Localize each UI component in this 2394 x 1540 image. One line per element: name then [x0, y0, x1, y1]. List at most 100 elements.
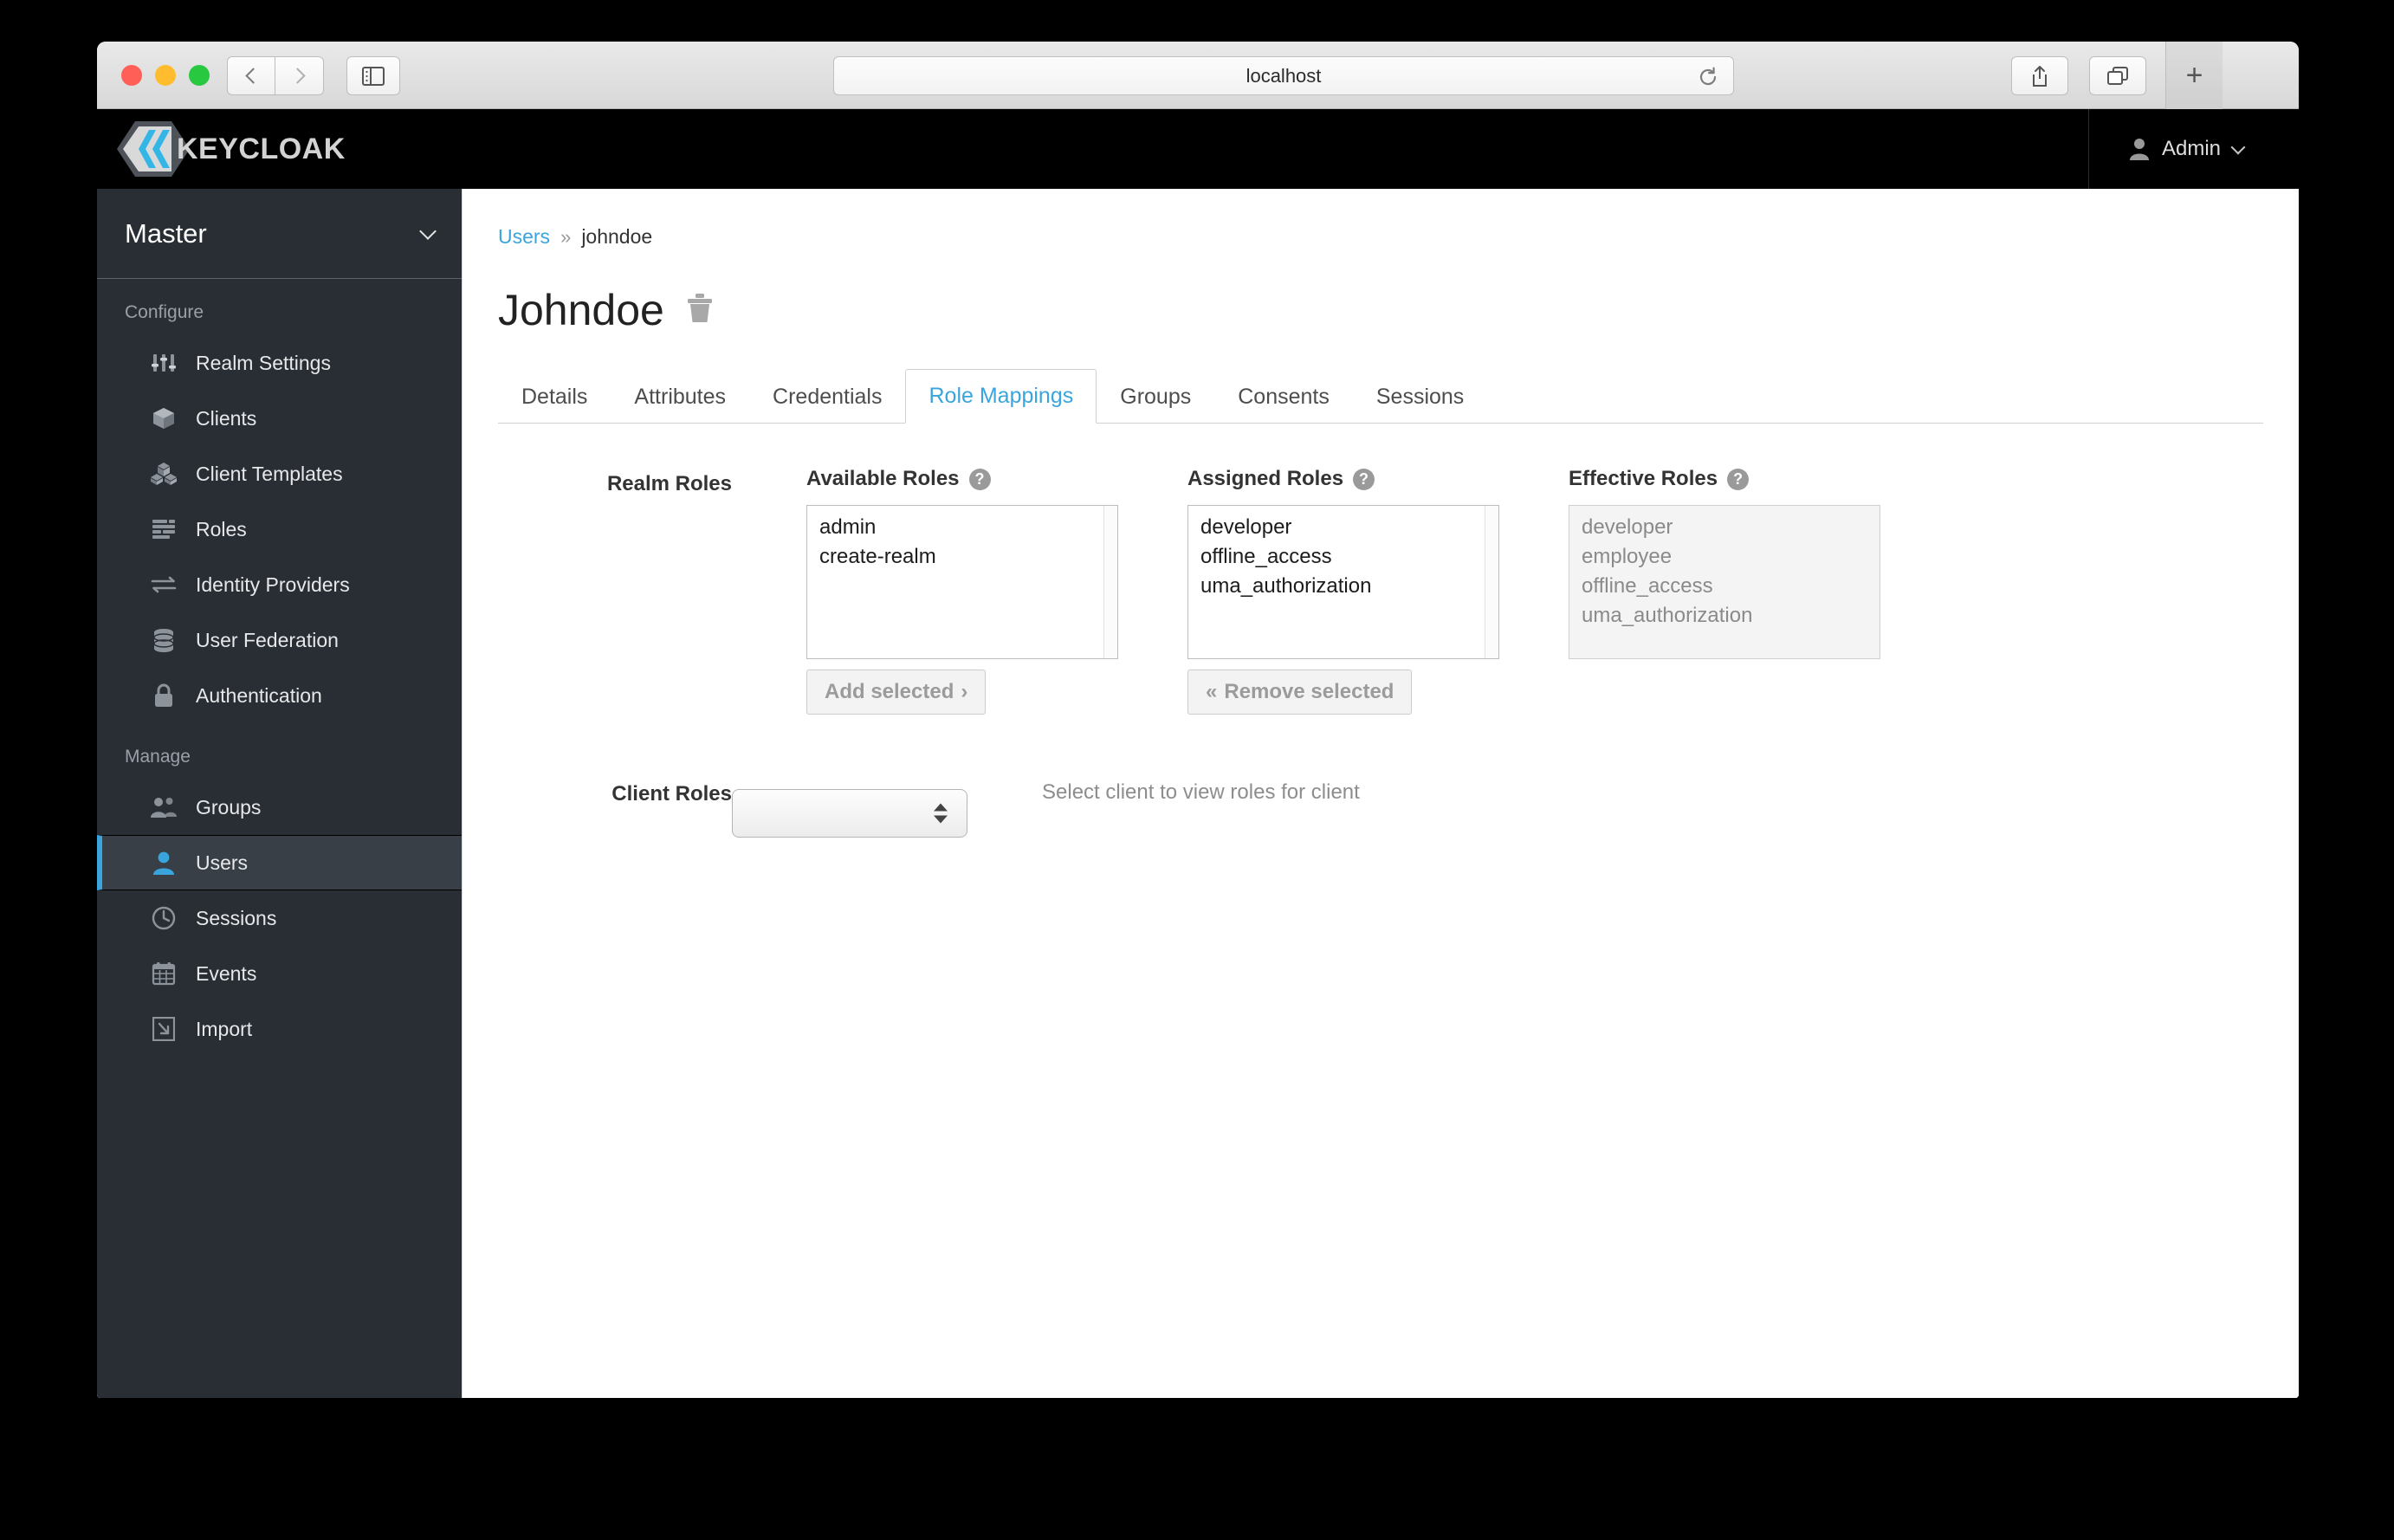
role-list-item[interactable]: developer [1200, 513, 1498, 542]
user-menu[interactable]: Admin [2087, 109, 2299, 189]
database-icon [151, 628, 177, 652]
sidebar-toggle-button[interactable] [346, 56, 400, 95]
scrollbar-track[interactable] [1103, 506, 1117, 658]
remove-selected-button[interactable]: « Remove selected [1187, 670, 1413, 715]
share-icon [2033, 65, 2047, 87]
sidebar-item-groups[interactable]: Groups [97, 780, 462, 835]
breadcrumb-users-link[interactable]: Users [498, 225, 550, 249]
role-list-item[interactable]: offline_access [1582, 572, 1880, 601]
tab-consents[interactable]: Consents [1214, 370, 1353, 424]
assigned-roles-listbox[interactable]: developer offline_access uma_authorization [1187, 505, 1499, 659]
realm-name: Master [125, 217, 207, 249]
sidebar-group-label-configure: Configure [125, 302, 204, 322]
sidebar-item-roles[interactable]: Roles [97, 501, 462, 557]
sidebar-item-label: Sessions [196, 906, 277, 929]
keycloak-logo[interactable]: KEYCLOAK [116, 118, 346, 180]
page-title: Johndoe [498, 286, 664, 334]
assigned-roles-heading: Assigned Roles ? [1187, 467, 1499, 491]
client-roles-row: Client Roles Select client to view roles… [498, 777, 2299, 838]
triangle-up-icon [934, 803, 948, 812]
sidebar-toggle-icon [362, 66, 385, 86]
browser-window: localhost + KEYCLOAK Admin Master Config… [97, 42, 2299, 1398]
sidebar-item-user-federation[interactable]: User Federation [97, 612, 462, 668]
share-button[interactable] [2011, 56, 2068, 95]
list-rows-icon [151, 519, 177, 540]
page-title-row: Johndoe [498, 285, 2299, 335]
help-circle-icon[interactable]: ? [1727, 468, 1750, 490]
back-button[interactable] [227, 56, 275, 95]
breadcrumb: Users » johndoe [498, 225, 2299, 249]
chevron-left-icon [244, 68, 262, 84]
available-roles-listbox[interactable]: admin create-realm [806, 505, 1118, 659]
calendar-icon [151, 961, 177, 986]
new-tab-button[interactable]: + [2165, 42, 2223, 109]
address-bar[interactable]: localhost [833, 56, 1734, 95]
brand-text: KEYCLOAK [177, 132, 346, 165]
maximize-window-button[interactable] [189, 65, 210, 86]
close-window-button[interactable] [121, 65, 142, 86]
role-list-item[interactable]: create-realm [819, 542, 1117, 572]
trash-icon[interactable] [685, 293, 715, 328]
tab-role-mappings[interactable]: Role Mappings [905, 369, 1097, 424]
reload-icon[interactable] [1697, 66, 1719, 93]
lock-icon [151, 683, 177, 708]
tabs-overview-button[interactable] [2089, 56, 2146, 95]
sidebar-item-clients[interactable]: Clients [97, 391, 462, 446]
sidebar-item-client-templates[interactable]: Client Templates [97, 446, 462, 501]
scrollbar-track[interactable] [1485, 506, 1498, 658]
sidebar-item-realm-settings[interactable]: Realm Settings [97, 335, 462, 391]
address-text: localhost [1246, 64, 1322, 87]
tabs-overview-icon [2107, 66, 2128, 85]
role-list-item[interactable]: developer [1582, 513, 1880, 542]
available-roles-column: Available Roles ? admin create-realm Add … [806, 467, 1118, 715]
users-group-icon [151, 796, 177, 819]
sidebar-item-label: Client Templates [196, 462, 343, 485]
role-list-item[interactable]: employee [1582, 542, 1880, 572]
sidebar-group-label-manage: Manage [125, 747, 191, 767]
remove-selected-label: Remove selected [1224, 680, 1394, 703]
role-list-item[interactable]: offline_access [1200, 542, 1498, 572]
tab-attributes[interactable]: Attributes [611, 370, 749, 424]
chevron-left-icon: « [1206, 680, 1218, 703]
sidebar-item-label: Events [196, 961, 257, 985]
sidebar-item-users[interactable]: Users [97, 835, 462, 890]
sidebar-item-label: User Federation [196, 628, 339, 651]
effective-roles-heading: Effective Roles ? [1569, 467, 1880, 491]
available-roles-title: Available Roles [806, 467, 960, 490]
sidebar-item-identity-providers[interactable]: Identity Providers [97, 557, 462, 612]
help-circle-icon[interactable]: ? [1353, 468, 1375, 490]
cubes-icon [151, 462, 177, 486]
tab-credentials[interactable]: Credentials [749, 370, 905, 424]
role-list-item[interactable]: uma_authorization [1200, 572, 1498, 601]
add-selected-button[interactable]: Add selected › [806, 670, 987, 715]
sidebar-item-label: Import [196, 1017, 253, 1040]
cube-icon [151, 406, 177, 430]
help-circle-icon[interactable]: ? [968, 468, 991, 490]
tab-bar: Details Attributes Credentials Role Mapping… [498, 369, 2263, 424]
tab-details[interactable]: Details [498, 370, 611, 424]
client-select[interactable] [732, 789, 967, 838]
role-list-item[interactable]: uma_authorization [1582, 601, 1880, 631]
tab-sessions[interactable]: Sessions [1353, 370, 1487, 424]
main-content: Users » johndoe Johndoe Details Attribute… [463, 189, 2299, 1398]
sidebar-item-label: Clients [196, 406, 257, 430]
breadcrumb-separator: » [560, 225, 572, 248]
realm-selector[interactable]: Master [97, 189, 462, 279]
minimize-window-button[interactable] [155, 65, 176, 86]
role-list-item[interactable]: admin [819, 513, 1117, 542]
chevron-down-icon [419, 222, 437, 240]
sidebar-item-events[interactable]: Events [97, 946, 462, 1001]
new-tab-label: + [2185, 58, 2203, 92]
forward-button[interactable] [275, 56, 324, 95]
client-roles-label: Client Roles [611, 782, 732, 806]
sidebar-item-authentication[interactable]: Authentication [97, 668, 462, 723]
sidebar-item-import[interactable]: Import [97, 1001, 462, 1057]
assigned-roles-title: Assigned Roles [1187, 467, 1344, 490]
tab-groups[interactable]: Groups [1097, 370, 1214, 424]
sidebar-item-label: Users [196, 851, 249, 874]
sidebar-nav: Configure Realm Settings Clients Client Tem… [97, 279, 462, 1057]
sidebar-item-sessions[interactable]: Sessions [97, 890, 462, 946]
sidebar: Master Configure Realm Settings Clients Cli… [97, 189, 463, 1398]
sidebar-item-label: Groups [196, 795, 262, 819]
realm-roles-row: Realm Roles Available Roles ? admin creat… [498, 467, 2299, 715]
